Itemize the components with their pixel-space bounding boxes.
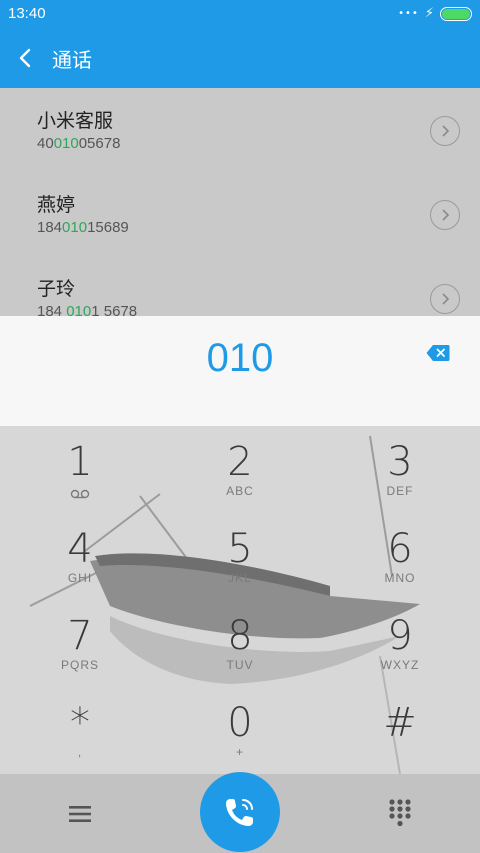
- key-digit: 5: [227, 526, 253, 572]
- key-digit: #: [383, 700, 417, 746]
- contact-detail-button[interactable]: [430, 284, 460, 314]
- key-0[interactable]: 0 +: [160, 687, 320, 774]
- key-8[interactable]: 8 TUV: [160, 600, 320, 687]
- app-bar: 通话: [0, 28, 480, 88]
- number-match: 010: [62, 219, 88, 236]
- number-suffix: 05678: [78, 135, 121, 152]
- key-digit: 3: [387, 439, 413, 485]
- key-6[interactable]: 6 MNO: [320, 513, 480, 600]
- key-star[interactable]: * ,: [0, 687, 160, 774]
- key-digit: 8: [227, 613, 253, 659]
- contact-item[interactable]: 小米客服 4001005678: [0, 88, 480, 172]
- number-suffix: 1 5678: [91, 303, 138, 316]
- number-prefix: 40: [37, 135, 54, 152]
- key-digit: 1: [67, 439, 93, 485]
- status-bar: 13:40 ••• ⚡: [0, 0, 480, 28]
- phone-icon: [226, 799, 253, 826]
- key-hash[interactable]: #: [320, 687, 480, 774]
- key-7[interactable]: 7 PQRS: [0, 600, 160, 687]
- contact-name: 小米客服: [37, 110, 114, 132]
- dialpad: 1 2 ABC 3 DEF 4 GHI 5 JKL 6 MNO 7 PQRS 8…: [0, 426, 480, 774]
- backspace-icon[interactable]: [426, 344, 450, 362]
- key-letters: PQRS: [60, 658, 99, 672]
- chevron-left-icon: [19, 48, 31, 68]
- key-4[interactable]: 4 GHI: [0, 513, 160, 600]
- menu-icon: [69, 806, 91, 822]
- contact-number: 4001005678: [37, 135, 120, 152]
- contact-results-list[interactable]: 小米客服 4001005678 燕婷 18401015689 子玲 184 01…: [0, 88, 480, 316]
- charging-icon: ⚡: [424, 6, 434, 21]
- key-digit: 4: [67, 526, 93, 572]
- key-digit: *: [70, 700, 90, 746]
- contact-detail-button[interactable]: [430, 116, 460, 146]
- key-letters: DEF: [386, 484, 414, 498]
- key-letters: JKL: [228, 571, 252, 585]
- bottom-bar: [0, 772, 480, 853]
- key-3[interactable]: 3 DEF: [320, 426, 480, 513]
- status-time: 13:40: [8, 5, 46, 22]
- key-2[interactable]: 2 ABC: [160, 426, 320, 513]
- contact-item[interactable]: 子玲 184 0101 5678: [0, 256, 480, 316]
- more-dots-icon: •••: [398, 8, 419, 19]
- key-letters: +: [235, 745, 244, 759]
- contact-name: 子玲: [37, 278, 76, 300]
- key-letters: ,: [77, 745, 83, 759]
- number-prefix: 184: [37, 303, 67, 316]
- voicemail-icon: [70, 489, 90, 499]
- key-digit: 7: [67, 613, 93, 659]
- back-button[interactable]: [0, 28, 50, 88]
- contact-name: 燕婷: [37, 194, 76, 216]
- key-9[interactable]: 9 WXYZ: [320, 600, 480, 687]
- menu-button[interactable]: [62, 801, 98, 827]
- number-suffix: 15689: [87, 219, 129, 236]
- key-letters: ABC: [226, 484, 254, 498]
- key-digit: 9: [387, 613, 413, 659]
- key-letters: GHI: [67, 571, 93, 585]
- key-letters: WXYZ: [380, 658, 420, 672]
- contact-number: 18401015689: [37, 219, 129, 236]
- chevron-right-icon: [442, 125, 450, 137]
- key-letters: TUV: [226, 658, 254, 672]
- status-icons: ••• ⚡: [398, 6, 472, 21]
- contact-detail-button[interactable]: [430, 200, 460, 230]
- page-title: 通话: [52, 47, 92, 72]
- key-letters: MNO: [384, 571, 416, 585]
- key-digit: 2: [227, 439, 253, 485]
- dial-input-panel: 010: [0, 316, 480, 426]
- call-button[interactable]: [200, 772, 280, 852]
- contact-number: 184 0101 5678: [37, 303, 137, 316]
- number-match: 010: [66, 303, 92, 316]
- dialed-number[interactable]: 010: [0, 336, 480, 381]
- dialpad-toggle-button[interactable]: [382, 798, 418, 828]
- battery-icon: [440, 6, 472, 21]
- number-prefix: 184: [37, 219, 63, 236]
- contact-item[interactable]: 燕婷 18401015689: [0, 172, 480, 256]
- key-5[interactable]: 5 JKL: [160, 513, 320, 600]
- dialpad-icon: [389, 799, 411, 827]
- key-digit: 6: [387, 526, 413, 572]
- key-1[interactable]: 1: [0, 426, 160, 513]
- key-digit: 0: [227, 700, 253, 746]
- battery-fill: [442, 8, 470, 19]
- chevron-right-icon: [442, 209, 450, 221]
- number-match: 010: [53, 135, 79, 152]
- chevron-right-icon: [442, 293, 450, 305]
